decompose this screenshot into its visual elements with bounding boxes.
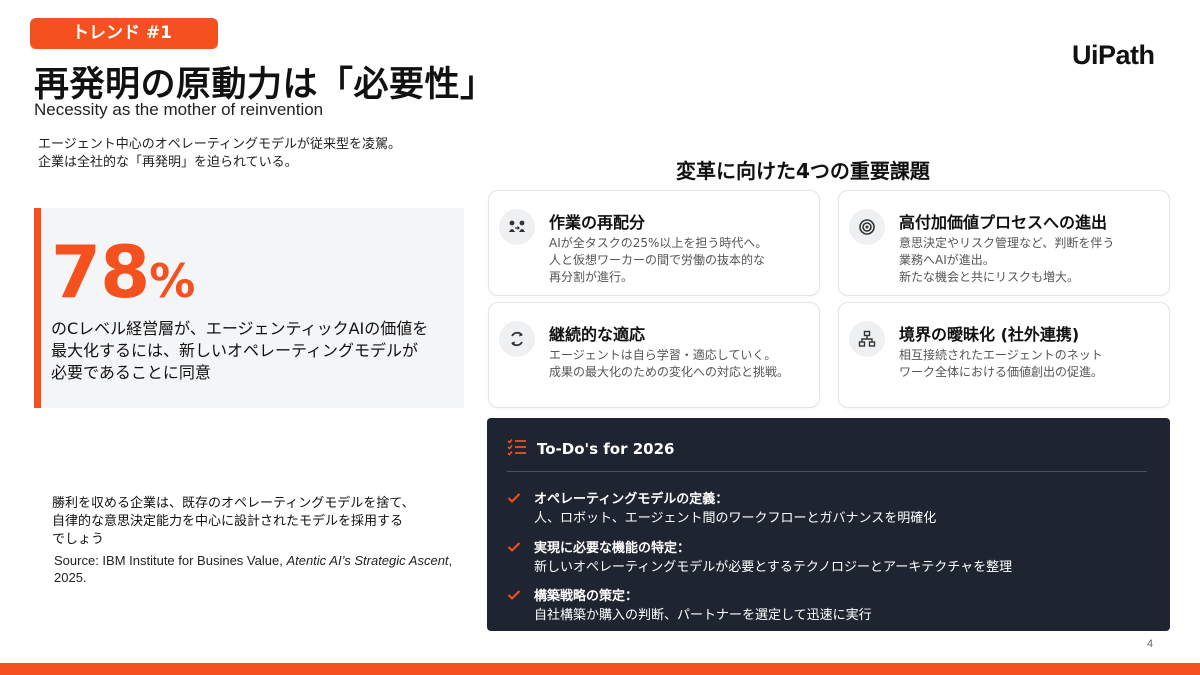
- checklist-icon: [507, 438, 527, 460]
- stat-number: 78: [51, 230, 150, 314]
- todo-item-heading: 構築戦略の策定：: [534, 589, 639, 604]
- check-icon: [507, 489, 521, 508]
- stat-value: 78%: [51, 234, 195, 319]
- stat-description: のCレベル経営層が、エージェンティックAIの価値を 最大化するには、新しいオペレ…: [51, 318, 461, 384]
- page-number: 4: [1147, 638, 1154, 650]
- challenge-card-high-value: 高付加価値プロセスへの進出 意思決定やリスク管理など、判断を伴う 業務へAIが進…: [838, 190, 1170, 296]
- card-title: 高付加価値プロセスへの進出: [899, 213, 1108, 232]
- source-citation: Source: IBM Institute for Busines Value,…: [54, 552, 474, 586]
- check-icon: [507, 586, 521, 605]
- intro-line-2: 企業は全社的な「再発明」を迫られている。: [38, 155, 298, 170]
- stat-accent-bar: [34, 208, 41, 408]
- target-icon: [849, 209, 885, 245]
- card-desc-line: 成果の最大化のための変化への対応と挑戦。: [549, 365, 790, 379]
- todo-divider: [507, 471, 1147, 472]
- refresh-icon: [499, 321, 535, 357]
- challenge-card-continuous-adaptation: 継続的な適応 エージェントは自ら学習・適応していく。 成果の最大化のための変化へ…: [488, 302, 820, 408]
- challenges-title: 変革に向けた4つの重要課題: [676, 159, 930, 183]
- stat-callout: 78% のCレベル経営層が、エージェンティックAIの価値を 最大化するには、新し…: [34, 208, 464, 408]
- intro-text: エージェント中心のオペレーティングモデルが従来型を凌駕。 企業は全社的な「再発明…: [38, 136, 401, 172]
- card-description: 相互接続されたエージェントのネット ワーク全体における価値創出の促進。: [899, 347, 1169, 381]
- footer-accent-bar: [0, 663, 1200, 675]
- stat-line-3: 必要であることに同意: [51, 363, 211, 382]
- card-desc-line: ワーク全体における価値創出の促進。: [899, 365, 1104, 379]
- todo-item-heading: オペレーティングモデルの定義：: [534, 492, 729, 507]
- intro-line-1: エージェント中心のオペレーティングモデルが従来型を凌駕。: [38, 137, 401, 152]
- conclusion-line-3: でしょう: [52, 532, 105, 547]
- challenge-card-work-redistribution: 作業の再配分 AIが全タスクの25%以上を担う時代へ。 人と仮想ワーカーの間で労…: [488, 190, 820, 296]
- todo-title: To-Do's for 2026: [537, 440, 675, 458]
- card-title: 作業の再配分: [549, 213, 646, 232]
- card-description: AIが全タスクの25%以上を担う時代へ。 人と仮想ワーカーの間で労働の抜本的な …: [549, 235, 819, 286]
- conclusion-text: 勝利を収める企業は、既存のオペレーティングモデルを捨て、 自律的な意思決定能力を…: [52, 495, 472, 549]
- card-desc-line: 新たな機会と共にリスクも増大。: [899, 270, 1080, 284]
- card-desc-line: 人と仮想ワーカーの間で労働の抜本的な: [549, 253, 766, 267]
- todo-header: To-Do's for 2026: [507, 438, 674, 460]
- network-icon: [849, 321, 885, 357]
- card-desc-line: 再分割が進行。: [549, 270, 634, 284]
- todo-item-heading: 実現に必要な機能の特定：: [534, 541, 691, 556]
- uipath-logo: UiPath: [1072, 40, 1155, 70]
- people-exchange-icon: [499, 209, 535, 245]
- todo-item-detail: 新しいオペレーティングモデルが必要とするテクノロジーとアーキテクチャを整理: [534, 560, 1013, 575]
- card-description: エージェントは自ら学習・適応していく。 成果の最大化のための変化への対応と挑戦。: [549, 347, 819, 381]
- check-icon: [507, 538, 521, 557]
- stat-line-1: のCレベル経営層が、エージェンティックAIの価値を: [51, 319, 429, 338]
- conclusion-line-1: 勝利を収める企業は、既存のオペレーティングモデルを捨て、: [52, 496, 415, 511]
- source-prefix: Source: IBM Institute for Busines Value,: [54, 553, 287, 568]
- trend-badge-label: トレンド #1: [72, 23, 172, 43]
- card-desc-line: 相互接続されたエージェントのネット: [899, 348, 1103, 362]
- card-title: 継続的な適応: [549, 325, 646, 344]
- page-subtitle: Necessity as the mother of reinvention: [34, 100, 324, 119]
- trend-badge: トレンド #1: [30, 18, 218, 49]
- stat-unit: %: [149, 254, 195, 308]
- todo-item-detail: 人、ロボット、エージェント間のワークフローとガバナンスを明確化: [534, 511, 937, 526]
- card-description: 意思決定やリスク管理など、判断を伴う 業務へAIが進出。 新たな機会と共にリスク…: [899, 235, 1169, 286]
- card-desc-line: 意思決定やリスク管理など、判断を伴う: [899, 236, 1115, 250]
- card-title: 境界の曖昧化 (社外連携): [899, 325, 1080, 344]
- todo-panel: To-Do's for 2026 オペレーティングモデルの定義： 人、ロボット、…: [487, 418, 1170, 631]
- stat-line-2: 最大化するには、新しいオペレーティングモデルが: [51, 341, 419, 360]
- challenge-card-boundary-blurring: 境界の曖昧化 (社外連携) 相互接続されたエージェントのネット ワーク全体におけ…: [838, 302, 1170, 408]
- todo-item-detail: 自社構築か購入の判断、パートナーを選定して迅速に実行: [534, 608, 872, 623]
- card-desc-line: エージェントは自ら学習・適応していく。: [549, 348, 777, 362]
- card-desc-line: 業務へAIが進出。: [899, 253, 995, 267]
- source-title: Atentic AI’s Strategic Ascent: [286, 553, 449, 568]
- card-desc-line: AIが全タスクの25%以上を担う時代へ。: [549, 236, 768, 250]
- conclusion-line-2: 自律的な意思決定能力を中心に設計されたモデルを採用する: [52, 514, 404, 529]
